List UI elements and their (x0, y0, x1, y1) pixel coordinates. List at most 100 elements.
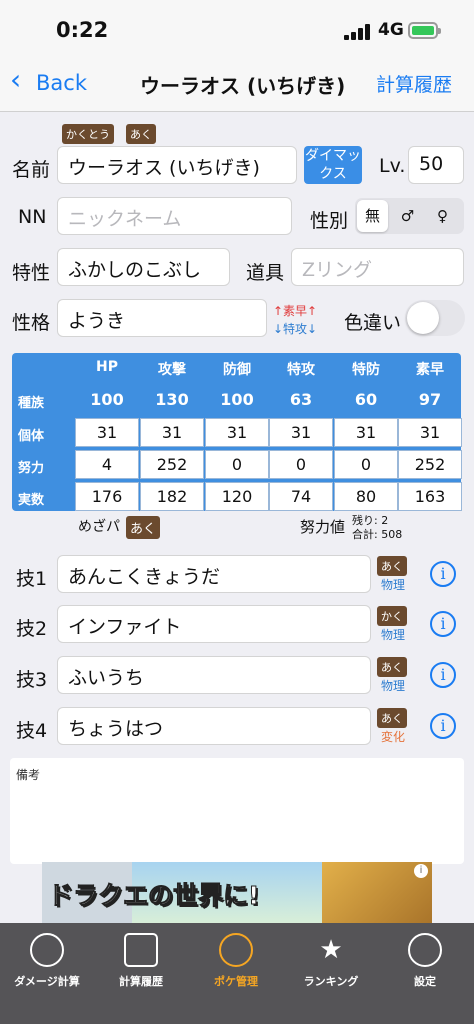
move-4-label: 技4 (16, 720, 48, 742)
ability-field[interactable]: ふかしのこぶし (57, 248, 230, 286)
move-1-category: 物理 (381, 578, 406, 592)
base-spa: 63 (289, 390, 313, 409)
hidden-power-label: めざパ (78, 519, 120, 535)
shiny-toggle[interactable] (405, 300, 465, 336)
stat-header-hp: HP (96, 359, 118, 375)
level-label: Lv. (379, 155, 406, 177)
hidden-power-type[interactable]: あく (126, 516, 161, 539)
tab-damage-calc[interactable]: ダメージ計算 (0, 923, 94, 1003)
tab-history-label: 計算履歴 (119, 975, 163, 988)
move-1-type: あく (377, 556, 407, 576)
actual-hp[interactable]: 176 (75, 482, 139, 511)
name-field[interactable]: ウーラオス (いちげき) (57, 146, 297, 184)
move-3-info-icon[interactable]: i (430, 662, 456, 688)
nature-field[interactable]: ようき (57, 299, 267, 337)
nickname-field[interactable]: ニックネーム (57, 197, 292, 235)
row-label-base: 種族 (18, 396, 45, 411)
gender-segmented-control[interactable]: 無 ♂ ♀ (355, 198, 464, 234)
memo-label: 備考 (16, 768, 41, 782)
tab-settings[interactable]: 設定 (378, 923, 472, 1003)
history-button[interactable]: 計算履歴 (376, 70, 452, 97)
move-2-info-icon[interactable]: i (430, 611, 456, 637)
nature-label: 性格 (12, 312, 51, 334)
move-2-type: かく (377, 606, 407, 626)
tab-ranking-label: ランキング (303, 975, 359, 988)
stat-header-atk: 攻撃 (158, 362, 186, 378)
item-label: 道具 (246, 262, 285, 284)
iv-spd[interactable]: 31 (334, 418, 398, 447)
ad-banner[interactable]: ドラクエの世界に! i (42, 862, 432, 924)
type-badge-1: かくとう (62, 124, 114, 144)
move-1-info-icon[interactable]: i (430, 561, 456, 587)
base-atk: 130 (155, 390, 189, 409)
stat-header-spe: 素早 (416, 362, 444, 378)
signal-icon (344, 24, 372, 40)
stat-header-spa: 特攻 (287, 362, 315, 378)
tab-bar: ダメージ計算 計算履歴 ポケ管理 ★ ランキング 設定 (0, 923, 474, 1024)
move-3-label: 技3 (16, 669, 48, 691)
actual-spe[interactable]: 163 (398, 482, 462, 511)
actual-def[interactable]: 120 (205, 482, 269, 511)
actual-spa[interactable]: 74 (269, 482, 333, 511)
iv-spa[interactable]: 31 (269, 418, 333, 447)
base-spe: 97 (418, 390, 442, 409)
move-4-field[interactable]: ちょうはつ (57, 707, 371, 745)
move-4-type: あく (377, 708, 407, 728)
move-2-field[interactable]: インファイト (57, 605, 371, 643)
stat-header-def: 防御 (223, 362, 251, 378)
gender-male-option[interactable]: ♂ (392, 200, 423, 232)
status-time: 0:22 (56, 18, 109, 42)
row-label-ev: 努力 (18, 461, 45, 476)
ev-hp[interactable]: 4 (75, 450, 139, 479)
base-def: 100 (220, 390, 254, 409)
gender-none-option[interactable]: 無 (357, 200, 388, 232)
nickname-label: NN (18, 206, 47, 228)
move-3-field[interactable]: ふいうち (57, 656, 371, 694)
tab-damage-calc-label: ダメージ計算 (14, 975, 80, 988)
memo-field[interactable]: 備考 (10, 758, 464, 864)
move-3-type: あく (377, 657, 407, 677)
move-2-label: 技2 (16, 618, 48, 640)
iv-atk[interactable]: 31 (140, 418, 204, 447)
move-4-category: 変化 (381, 730, 406, 744)
settings-icon (408, 933, 442, 967)
iv-spe[interactable]: 31 (398, 418, 462, 447)
gender-label: 性別 (310, 210, 349, 232)
move-2-category: 物理 (381, 628, 406, 642)
name-label: 名前 (12, 159, 51, 181)
nature-down-stat: ↓特攻↓ (273, 322, 318, 336)
shiny-label: 色違い (344, 312, 402, 334)
dynamax-button[interactable]: ダイマックス (304, 146, 362, 184)
level-field[interactable]: 50 (408, 146, 464, 184)
iv-def[interactable]: 31 (205, 418, 269, 447)
move-4-info-icon[interactable]: i (430, 713, 456, 739)
actual-spd[interactable]: 80 (334, 482, 398, 511)
tab-history[interactable]: 計算履歴 (94, 923, 188, 1003)
chevron-left-icon: ‹ (10, 63, 22, 96)
page-title: ウーラオス (いちげき) (140, 74, 346, 98)
tab-ranking[interactable]: ★ ランキング (284, 923, 378, 1003)
iv-hp[interactable]: 31 (75, 418, 139, 447)
ev-total-label: 努力値 (300, 518, 346, 536)
actual-atk[interactable]: 182 (140, 482, 204, 511)
ad-info-icon[interactable]: i (414, 864, 428, 878)
stats-table: HP 攻撃 防御 特攻 特防 素早 種族 100 130 100 63 60 9… (12, 353, 462, 511)
nature-up-stat: ↑素早↑ (273, 304, 318, 318)
ev-def[interactable]: 0 (205, 450, 269, 479)
ev-spd[interactable]: 0 (334, 450, 398, 479)
base-spd: 60 (354, 390, 378, 409)
item-field[interactable]: Zリング (291, 248, 464, 286)
poke-manage-icon (219, 933, 253, 967)
ev-atk[interactable]: 252 (140, 450, 204, 479)
base-hp: 100 (90, 390, 124, 409)
tab-settings-label: 設定 (414, 975, 436, 988)
ev-spe[interactable]: 252 (398, 450, 462, 479)
ev-spa[interactable]: 0 (269, 450, 333, 479)
row-label-iv: 個体 (18, 429, 45, 444)
tab-poke-manage-label: ポケ管理 (214, 975, 258, 988)
move-1-field[interactable]: あんこくきょうだ (57, 555, 371, 593)
ev-sum: 合計: 508 (352, 528, 403, 541)
gender-female-option[interactable]: ♀ (427, 200, 458, 232)
ability-label: 特性 (12, 262, 51, 284)
tab-poke-manage[interactable]: ポケ管理 (189, 923, 283, 1003)
